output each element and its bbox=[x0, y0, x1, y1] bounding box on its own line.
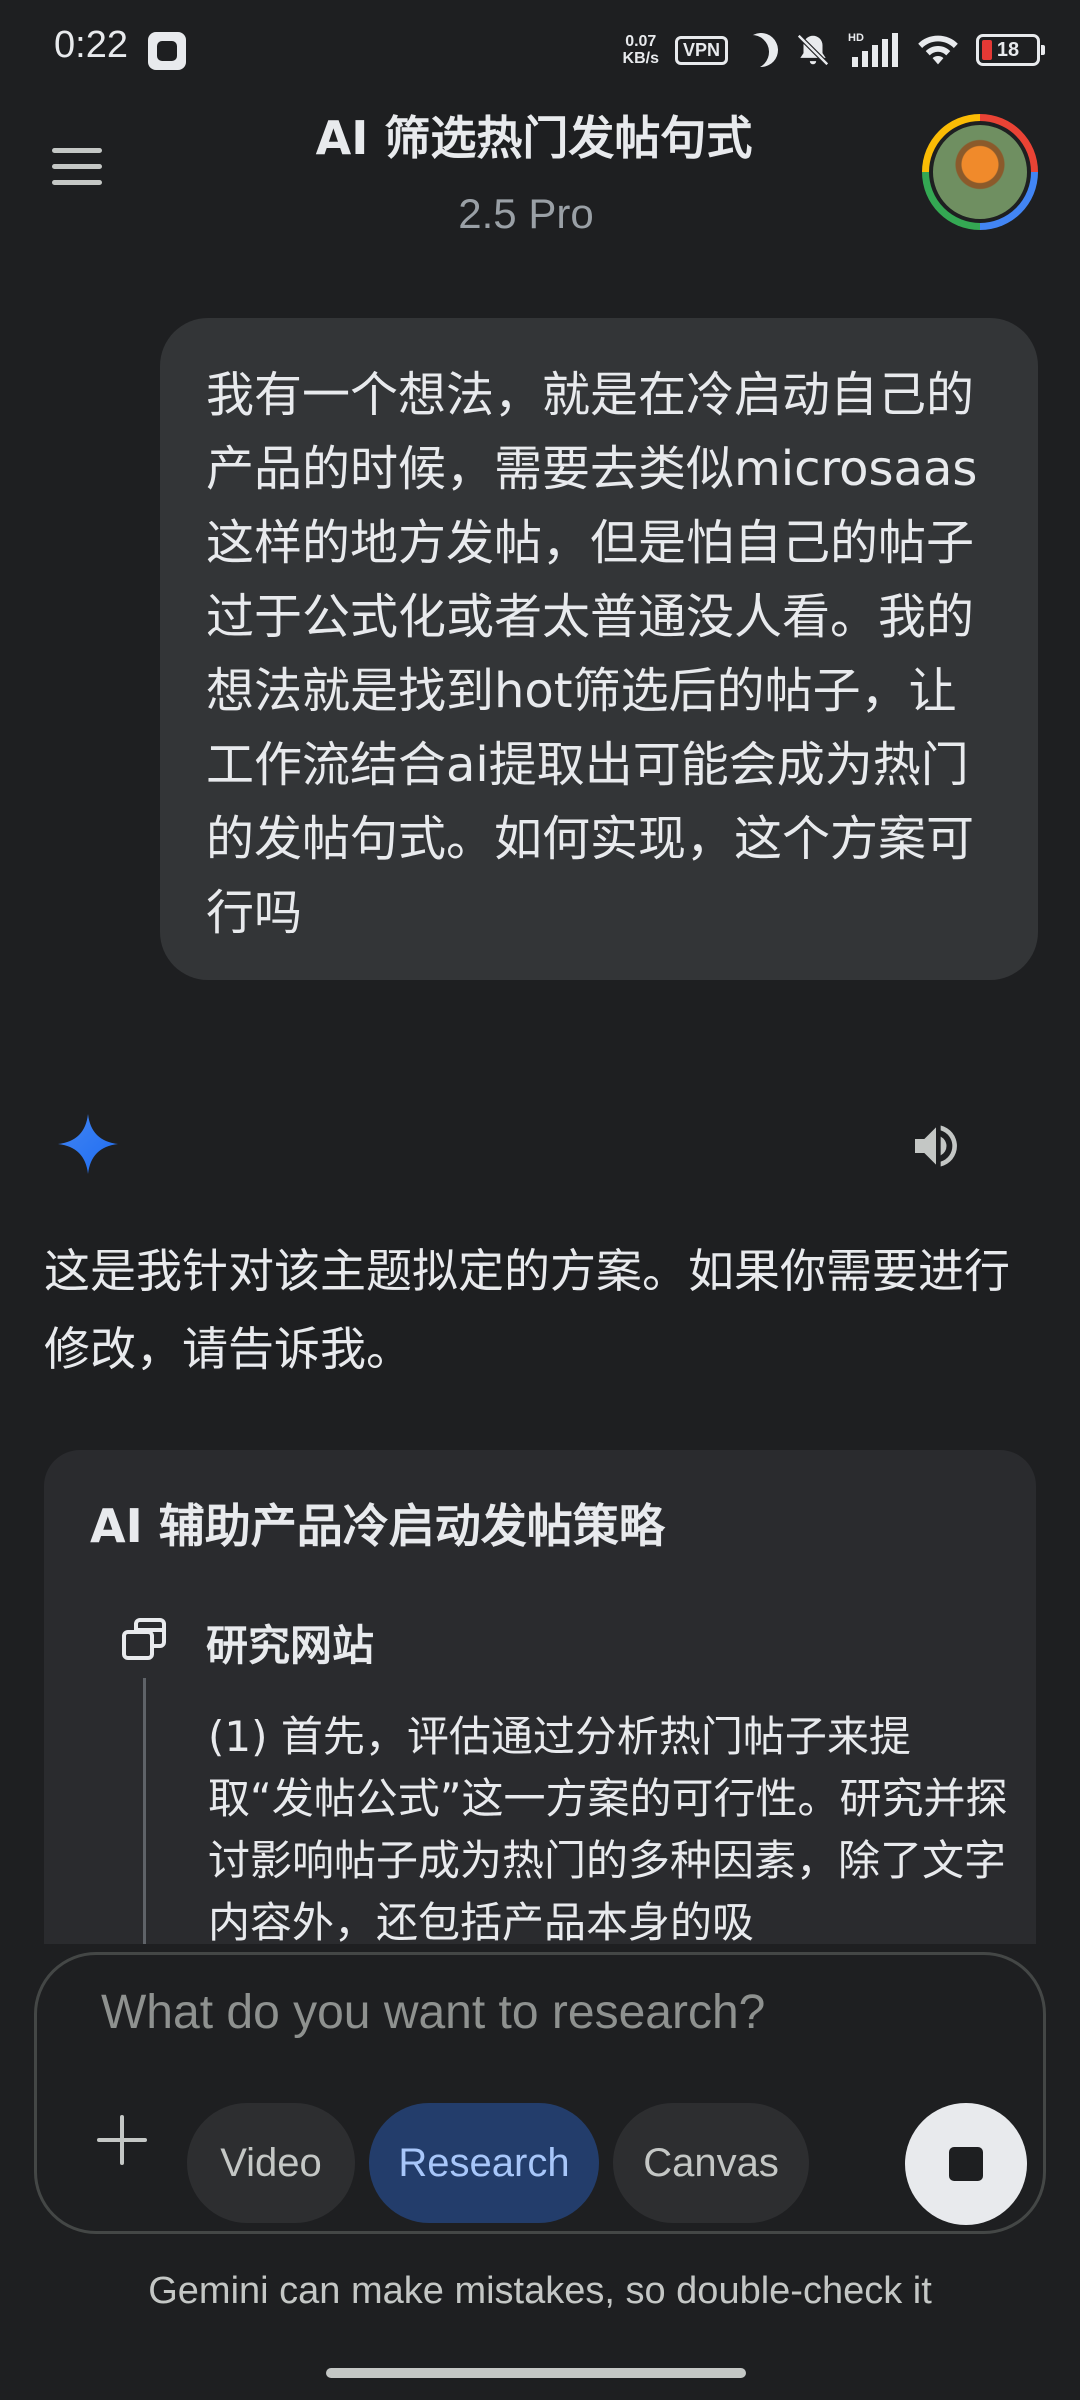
do-not-disturb-icon bbox=[738, 27, 783, 72]
disclaimer-text: Gemini can make mistakes, so double-chec… bbox=[148, 2270, 932, 2312]
vpn-badge: VPN bbox=[674, 35, 728, 65]
hd-label: HD bbox=[848, 32, 864, 44]
network-speed-value: 0.07 bbox=[625, 33, 657, 50]
step-label: 研究网站 bbox=[206, 1621, 375, 1670]
composer-box: What do you want to research? Video Rese… bbox=[34, 1952, 1046, 2234]
research-plan-card[interactable]: AI 辅助产品冷启动发帖策略 研究网站 (1) 首先，评估通过分析热门帖子来提取… bbox=[44, 1450, 1036, 1950]
network-speed: 0.07 KB/s bbox=[623, 33, 659, 67]
plan-title: AI 辅助产品冷启动发帖策略 bbox=[90, 1499, 665, 1553]
notification-app-icon bbox=[148, 32, 186, 70]
gemini-sparkle-icon bbox=[56, 1112, 120, 1176]
research-chip[interactable]: Research bbox=[369, 2103, 599, 2223]
composer-area: What do you want to research? Video Rese… bbox=[0, 1944, 1080, 2400]
network-speed-unit: KB/s bbox=[622, 50, 659, 67]
user-message-bubble: 我有一个想法，就是在冷启动自己的产品的时候，需要去类似microsaas这样的地… bbox=[160, 318, 1038, 980]
stop-icon[interactable] bbox=[905, 2103, 1027, 2225]
bell-muted-icon bbox=[794, 31, 832, 69]
speaker-icon[interactable] bbox=[908, 1118, 964, 1174]
account-avatar[interactable] bbox=[922, 114, 1038, 230]
conversation-title: AI 筛选热门发帖句式 bbox=[315, 111, 753, 165]
status-time: 0:22 bbox=[54, 24, 128, 66]
canvas-chip[interactable]: Canvas bbox=[613, 2103, 809, 2223]
battery-icon: 18 bbox=[976, 34, 1045, 66]
step-connector bbox=[143, 1678, 146, 1950]
signal-icon: HD bbox=[848, 31, 900, 69]
browser-windows-icon bbox=[120, 1616, 168, 1664]
avatar-image bbox=[929, 121, 1031, 223]
video-chip[interactable]: Video bbox=[187, 2103, 355, 2223]
user-message-text: 我有一个想法，就是在冷启动自己的产品的时候，需要去类似microsaas这样的地… bbox=[206, 367, 978, 941]
step-text: (1) 首先，评估通过分析热门帖子来提取“发帖公式”这一方案的可行性。研究并探讨… bbox=[208, 1712, 1008, 1947]
plus-icon[interactable] bbox=[87, 2105, 157, 2175]
wifi-icon bbox=[916, 32, 960, 68]
model-selector[interactable]: 2.5 Pro bbox=[0, 190, 1080, 238]
home-indicator[interactable] bbox=[326, 2368, 746, 2378]
status-icons: 0.07 KB/s VPN HD 18 bbox=[623, 26, 1045, 74]
battery-level: 18 bbox=[996, 38, 1020, 61]
prompt-input[interactable]: What do you want to research? bbox=[101, 1985, 765, 2040]
status-bar: 0:22 0.07 KB/s VPN HD 18 bbox=[0, 0, 1080, 100]
response-intro: 这是我针对该主题拟定的方案。如果你需要进行修改，请告诉我。 bbox=[44, 1244, 1010, 1376]
